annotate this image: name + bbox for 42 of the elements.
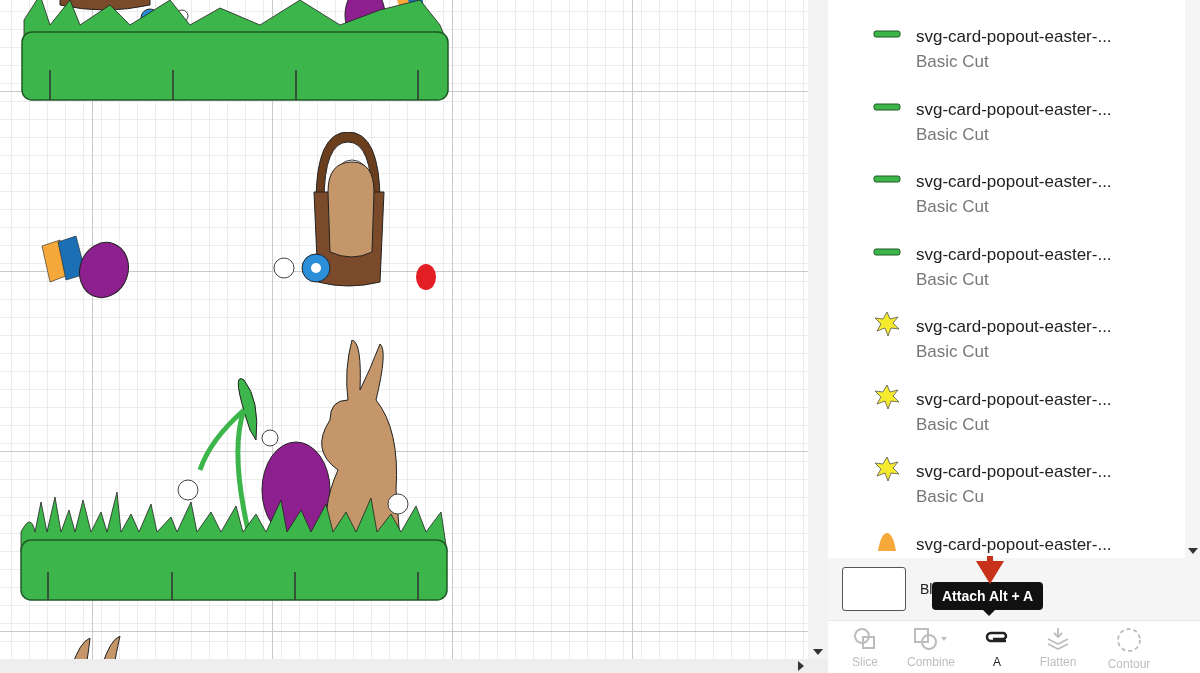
layer-operation: Basic Cut	[916, 342, 990, 362]
slice-icon	[853, 627, 877, 651]
layer-operation: Basic Cu	[916, 487, 986, 507]
layer-name: svg-card-popout-easter-...	[916, 389, 1112, 410]
egg-icon	[876, 532, 898, 551]
layer-item[interactable]: svg-card-popout-easter-... Basic Cut	[828, 86, 1185, 159]
layer-item[interactable]: svg-card-popout-easter-... Basic Cu	[828, 449, 1185, 522]
layer-name: svg-card-popout-easter-...	[916, 27, 1112, 47]
layer-item[interactable]: svg-card-popout-easter-... Basic Cut	[828, 304, 1185, 377]
splat-icon	[873, 310, 901, 338]
layer-name: svg-card-popout-easter-...	[916, 99, 1112, 120]
ruler-icon	[873, 102, 901, 111]
layer-operation: Basic Cut	[916, 52, 990, 72]
layer-name: svg-card-popout-easter-...	[916, 462, 1112, 482]
blank-canvas-label: Bl	[920, 581, 933, 597]
ruler-icon	[873, 30, 901, 38]
layer-name: svg-card-popout-easter-...	[916, 317, 1112, 337]
layer-name: svg-card-popout-easter-...	[916, 244, 1112, 265]
layer-item[interactable]: svg-card-popout-easter-... Basic Cut	[828, 159, 1185, 232]
contour-icon	[1116, 627, 1142, 653]
blank-canvas-swatch[interactable]	[842, 567, 906, 611]
toolbar-button[interactable]: A	[972, 627, 1022, 669]
layer-item[interactable]: svg-card-popout-easter-...	[828, 521, 1185, 558]
layer-name: svg-card-popout-easter-...	[916, 172, 1112, 192]
scroll-right-icon[interactable]	[798, 661, 804, 671]
splat-icon	[873, 382, 901, 411]
layer-name: svg-card-popout-easter-...	[916, 534, 1112, 555]
scroll-down-icon[interactable]	[1187, 548, 1198, 554]
layer-operation: Basic Cut	[916, 269, 990, 290]
layer-operation: Basic Cut	[916, 124, 990, 145]
ruler-icon	[873, 175, 901, 183]
splat-icon	[873, 455, 901, 483]
layer-operation: Basic Cut	[916, 197, 990, 217]
layer-operation: Basic Cut	[916, 414, 990, 435]
flatten-icon	[1045, 627, 1071, 651]
scroll-down-icon[interactable]	[813, 649, 823, 655]
combine-icon	[913, 627, 949, 651]
layer-item[interactable]: svg-card-popout-easter-... Basic Cut	[828, 231, 1185, 304]
ruler-icon	[873, 247, 901, 256]
tooltip: Attach Alt + A	[932, 582, 1044, 610]
layer-item[interactable]: svg-card-popout-easter-... Basic Cut	[828, 14, 1185, 87]
layer-item[interactable]: svg-card-popout-easter-... Basic Cut	[828, 376, 1185, 449]
